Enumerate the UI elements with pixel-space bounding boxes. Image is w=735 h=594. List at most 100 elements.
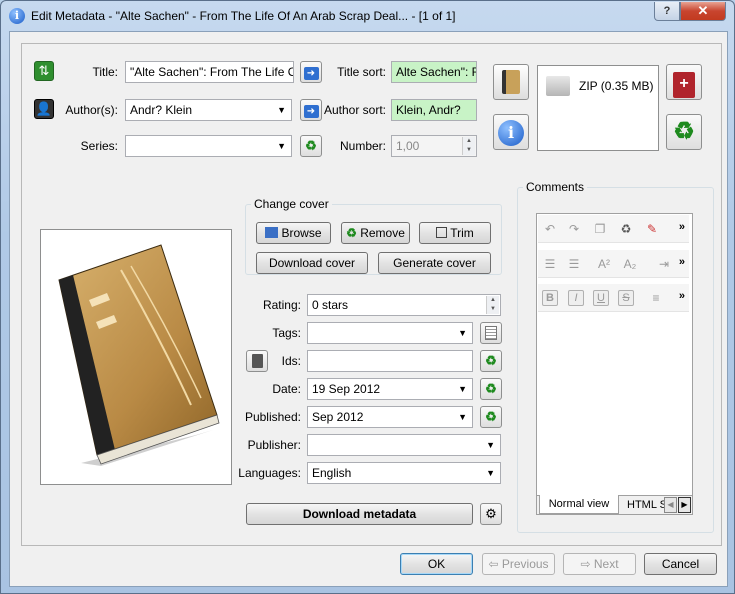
published-edit[interactable]: Sep 2012 ▼ (307, 406, 473, 428)
bold-button[interactable]: B (542, 290, 558, 306)
dialog-client-area: ⇅ Title: "Alte Sachen": From The Life Of… (9, 31, 728, 587)
recycle-icon: ♻ (485, 381, 497, 396)
publisher-combobox[interactable]: ▼ (307, 434, 501, 456)
date-label: Date: (272, 382, 301, 396)
toolbar-more-icon[interactable]: » (679, 290, 685, 302)
tab-normal-view[interactable]: Normal view (539, 495, 619, 514)
title-input[interactable]: "Alte Sachen": From The Life Of An Arab … (125, 61, 294, 83)
clear-ids-button[interactable]: ♻ (480, 350, 502, 372)
title-sort-label: Title sort: (337, 65, 386, 79)
chevron-down-icon: ▼ (486, 468, 495, 478)
languages-combobox[interactable]: English ▼ (307, 462, 501, 484)
recycle-icon[interactable]: ♻ (618, 221, 634, 237)
undo-icon[interactable]: ↶ (542, 221, 558, 237)
clear-published-button[interactable]: ♻ (480, 406, 502, 428)
ids-input[interactable] (307, 350, 473, 372)
redo-icon[interactable]: ↷ (566, 221, 582, 237)
chevron-down-icon: ▼ (458, 412, 467, 422)
series-number-value: 1,00 (396, 139, 420, 153)
clear-series-button[interactable]: ♻ (300, 135, 322, 157)
authors-combobox[interactable]: Andr? Klein ▼ (125, 99, 292, 121)
remove-format-button[interactable]: ♻ (666, 114, 702, 150)
italic-button[interactable]: I (568, 290, 584, 306)
numbered-list-icon[interactable]: ☰ (542, 256, 558, 272)
browse-cover-button[interactable]: Browse (256, 222, 331, 244)
edit-tags-button[interactable] (480, 322, 502, 344)
rating-value: 0 stars (312, 298, 349, 312)
spin-buttons[interactable]: ▲ ▼ (462, 137, 475, 155)
download-cover-button[interactable]: Download cover (256, 252, 368, 274)
format-item-zip[interactable]: ZIP (0.35 MB) (579, 79, 653, 93)
title-label: Title: (92, 65, 118, 79)
chevron-down-icon: ▼ (458, 328, 467, 338)
title-bar[interactable]: i Edit Metadata - "Alte Sachen" - From T… (1, 1, 734, 31)
series-combobox[interactable]: ▼ (125, 135, 292, 157)
title-to-sort-button[interactable]: ➜ (300, 61, 322, 83)
trim-cover-button[interactable]: Trim (419, 222, 491, 244)
add-format-button[interactable]: + (666, 64, 702, 100)
toolbar-more-icon[interactable]: » (679, 221, 685, 233)
clear-format-icon[interactable]: ✎ (644, 221, 660, 237)
date-edit[interactable]: 19 Sep 2012 ▼ (307, 378, 473, 400)
series-number-spinbox[interactable]: 1,00 ▲ ▼ (391, 135, 477, 157)
author-sort-input[interactable]: Klein, Andr? (391, 99, 477, 121)
comments-editor[interactable]: ↶ ↷ ❐ ♻ ✎ » ☰ ☰ A² A₂ ⇥ » B I U S ≡ » No… (536, 213, 693, 515)
download-metadata-button[interactable]: Download metadata (246, 503, 473, 525)
subscript-icon[interactable]: A₂ (622, 256, 638, 272)
title-sort-input[interactable]: Alte Sachen": From The Life (391, 61, 477, 83)
window-title: Edit Metadata - "Alte Sachen" - From The… (31, 9, 456, 23)
spin-down-icon: ▼ (463, 146, 475, 155)
fetch-from-format-button[interactable]: i (493, 114, 529, 150)
authors-value: Andr? Klein (130, 103, 193, 117)
add-book-icon: + (673, 72, 695, 98)
recycle-icon: ♻ (485, 409, 497, 424)
strikethrough-button[interactable]: S (618, 290, 634, 306)
arrow-right-icon: ⇨ (580, 557, 591, 571)
author-to-sort-button[interactable]: ➜ (300, 99, 322, 121)
languages-label: Languages: (238, 466, 301, 480)
info-icon: i (9, 8, 25, 24)
publisher-label: Publisher: (247, 438, 301, 452)
tags-combobox[interactable]: ▼ (307, 322, 473, 344)
edit-metadata-window: i Edit Metadata - "Alte Sachen" - From T… (0, 0, 735, 594)
editor-toolbar-3: B I U S ≡ » (538, 284, 689, 312)
arrow-right-icon: ➜ (303, 105, 319, 118)
rating-spinbox[interactable]: 0 stars ▲ ▼ (307, 294, 501, 316)
spin-buttons[interactable]: ▲ ▼ (486, 296, 499, 314)
editor-toolbar-2: ☰ ☰ A² A₂ ⇥ » (538, 250, 689, 278)
toolbar-more-icon[interactable]: » (679, 256, 685, 268)
open-book-button[interactable] (493, 64, 529, 100)
recycle-icon: ♻ (673, 118, 695, 145)
previous-button[interactable]: ⇦ Previous (482, 553, 555, 575)
align-left-icon[interactable]: ≡ (648, 290, 664, 306)
help-button[interactable]: ? (654, 2, 680, 21)
cancel-button[interactable]: Cancel (644, 553, 717, 575)
clear-date-button[interactable]: ♻ (480, 378, 502, 400)
superscript-icon[interactable]: A² (596, 256, 612, 272)
indent-icon[interactable]: ⇥ (656, 256, 672, 272)
authors-label: Author(s): (65, 103, 118, 117)
main-frame: ⇅ Title: "Alte Sachen": From The Life Of… (21, 43, 722, 546)
tab-html-source[interactable]: HTML S (621, 496, 665, 514)
underline-button[interactable]: U (593, 290, 609, 306)
generate-cover-button[interactable]: Generate cover (378, 252, 491, 274)
tab-scroll-left-icon[interactable]: ◀ (664, 497, 677, 513)
rating-label: Rating: (262, 298, 301, 312)
next-button[interactable]: ⇨ Next (563, 553, 636, 575)
metadata-settings-button[interactable]: ⚙ (480, 503, 502, 525)
recycle-icon: ♻ (485, 353, 497, 368)
floppy-icon (265, 227, 279, 238)
arrow-right-icon: ➜ (303, 67, 319, 80)
close-button[interactable]: ✕ (680, 2, 726, 21)
author-sort-label: Author sort: (323, 103, 386, 117)
manage-authors-icon[interactable]: 👤 (34, 99, 54, 119)
swap-title-author-icon[interactable]: ⇅ (34, 61, 54, 81)
ok-button[interactable]: OK (400, 553, 473, 575)
formats-list[interactable]: ZIP (0.35 MB) (537, 65, 659, 151)
comments-group: Comments ↶ ↷ ❐ ♻ ✎ » ☰ ☰ A² A₂ ⇥ » B I U… (517, 180, 714, 533)
tab-scroll-right-icon[interactable]: ▶ (678, 497, 691, 513)
bullet-list-icon[interactable]: ☰ (566, 256, 582, 272)
copy-icon[interactable]: ❐ (592, 221, 608, 237)
remove-cover-button[interactable]: ♻ Remove (341, 222, 410, 244)
editor-tabbar: Normal view HTML S ◀ ▶ (537, 495, 692, 514)
